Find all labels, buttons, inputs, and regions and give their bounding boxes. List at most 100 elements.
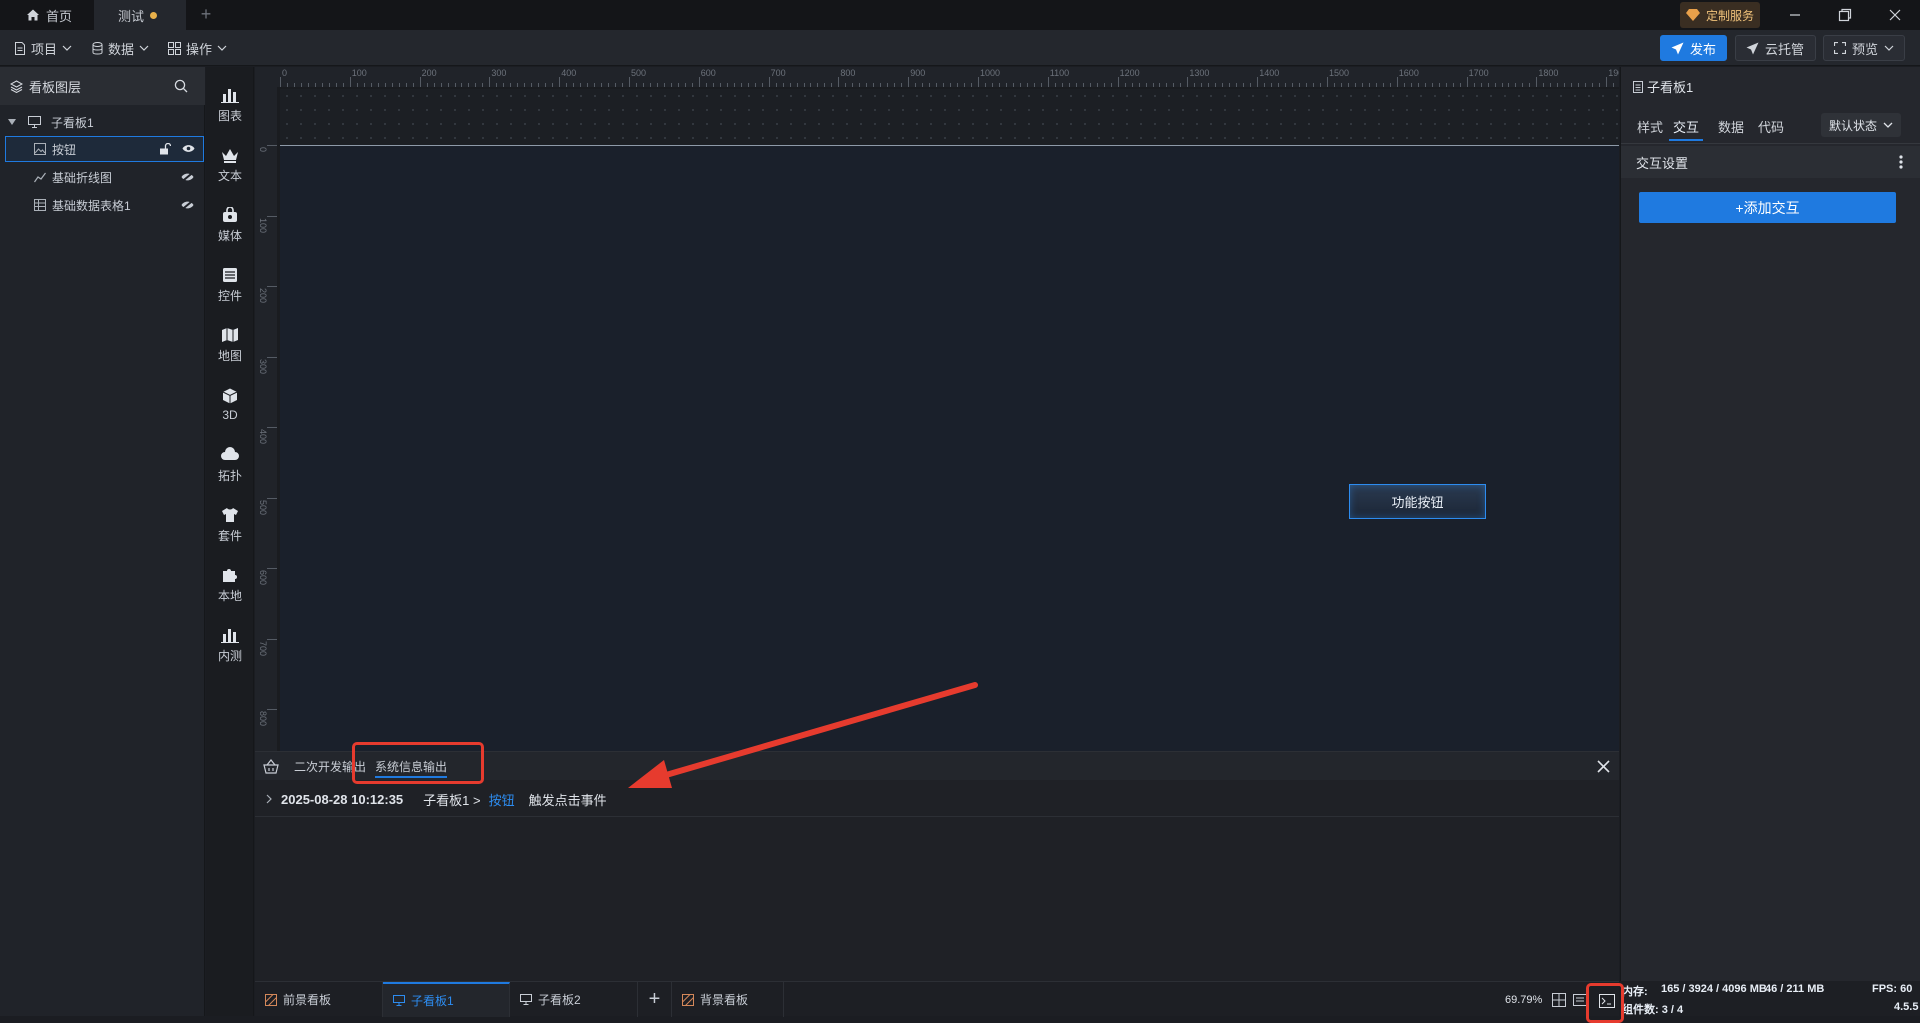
component-map[interactable]: 地图 bbox=[206, 315, 254, 375]
keyboard-icon[interactable] bbox=[1573, 994, 1587, 1006]
ruler-tick bbox=[684, 83, 686, 87]
board-tab-sub1[interactable]: 子看板1 bbox=[383, 982, 510, 1017]
ruler-tick bbox=[1089, 83, 1091, 87]
ruler-tick bbox=[824, 83, 826, 87]
component-media[interactable]: 媒体 bbox=[206, 195, 254, 255]
component-label: 地图 bbox=[217, 348, 242, 363]
ruler-tick bbox=[1327, 77, 1328, 87]
tab-home[interactable]: 首页 bbox=[12, 0, 86, 30]
ruler-tick bbox=[1571, 83, 1573, 87]
ruler-tick bbox=[1529, 83, 1531, 87]
ruler-label: 1600 bbox=[1398, 68, 1419, 78]
ruler-tick bbox=[922, 83, 924, 87]
chevron-right-icon[interactable] bbox=[265, 794, 273, 804]
ruler-tick bbox=[267, 427, 277, 428]
state-select[interactable]: 默认状态 bbox=[1821, 113, 1901, 137]
tab-data[interactable]: 数据 bbox=[1718, 111, 1744, 141]
ruler-tick bbox=[601, 83, 603, 87]
more-vertical-icon[interactable] bbox=[1899, 155, 1903, 169]
function-button-widget[interactable]: 功能按钮 bbox=[1349, 484, 1486, 519]
tab-style-label: 样式 bbox=[1637, 119, 1664, 135]
ruler-tick bbox=[1264, 83, 1266, 87]
ruler-label: 200 bbox=[258, 288, 268, 304]
component-topology[interactable]: 拓扑 bbox=[206, 435, 254, 495]
sub-board-canvas[interactable] bbox=[280, 145, 1619, 751]
tab-interaction[interactable]: 交互 bbox=[1669, 111, 1704, 141]
publish-button[interactable]: 发布 bbox=[1660, 35, 1727, 61]
zoom-level[interactable]: 69.79% bbox=[1505, 994, 1542, 1006]
board-tab-foreground[interactable]: 前景看板 bbox=[255, 982, 383, 1017]
layer-item-line-chart[interactable]: 基础折线图 bbox=[0, 164, 205, 190]
component-3d[interactable]: 3D bbox=[206, 375, 254, 435]
menu-data[interactable]: 数据 bbox=[92, 30, 149, 66]
tab-style[interactable]: 样式 bbox=[1637, 111, 1663, 141]
log-target-link[interactable]: 按钮 bbox=[489, 790, 515, 809]
component-label: 拓扑 bbox=[217, 468, 242, 483]
tab-code[interactable]: 代码 bbox=[1758, 111, 1784, 141]
ruler-tick bbox=[335, 83, 337, 87]
preview-button[interactable]: 预览 bbox=[1823, 35, 1905, 61]
send-icon bbox=[1746, 42, 1759, 54]
ruler-tick bbox=[649, 83, 651, 87]
ruler-tick bbox=[391, 83, 393, 87]
tab-test[interactable]: 测试 bbox=[94, 0, 186, 30]
ruler-tick bbox=[1431, 83, 1433, 87]
tab-test-label: 测试 bbox=[118, 8, 145, 24]
ruler-tick bbox=[267, 638, 277, 640]
board-tab-background[interactable]: 背景看板 bbox=[672, 982, 784, 1017]
eye-off-icon[interactable] bbox=[181, 172, 194, 182]
new-tab-button[interactable]: + bbox=[196, 4, 216, 24]
component-chart[interactable]: 图表 bbox=[206, 75, 254, 135]
caret-down-icon[interactable] bbox=[8, 119, 16, 125]
ruler-tick bbox=[468, 83, 470, 87]
restore-button[interactable] bbox=[1820, 0, 1870, 30]
layer-item-label: 基础折线图 bbox=[52, 170, 113, 185]
layer-root-board[interactable]: 子看板1 bbox=[0, 109, 205, 135]
component-kit[interactable]: 套件 bbox=[206, 495, 254, 555]
ruler-tick bbox=[971, 83, 973, 87]
component-control[interactable]: 控件 bbox=[206, 255, 254, 315]
ruler-tick bbox=[1606, 77, 1608, 87]
ruler-tick bbox=[377, 83, 379, 87]
basket-icon[interactable] bbox=[263, 759, 279, 774]
unlock-icon[interactable] bbox=[159, 143, 171, 155]
ruler-tick bbox=[622, 83, 624, 87]
close-window-button[interactable] bbox=[1870, 0, 1920, 30]
add-interaction-button[interactable]: +添加交互 bbox=[1639, 192, 1896, 223]
menu-project[interactable]: 项目 bbox=[14, 30, 72, 66]
publish-label: 发布 bbox=[1690, 41, 1717, 57]
striped-board-icon bbox=[265, 993, 277, 1006]
ruler-tick bbox=[1578, 83, 1580, 87]
layer-item-data-table[interactable]: 基础数据表格1 bbox=[0, 192, 205, 218]
menu-operation[interactable]: 操作 bbox=[168, 30, 227, 66]
fps-counter: FPS: 60 bbox=[1872, 983, 1913, 995]
ruler-label: 1800 bbox=[1538, 68, 1559, 78]
close-icon[interactable] bbox=[1597, 760, 1610, 773]
fit-screen-icon[interactable] bbox=[1552, 993, 1566, 1007]
component-local[interactable]: 本地 bbox=[206, 555, 254, 615]
search-icon[interactable] bbox=[174, 79, 188, 93]
add-board-button[interactable]: + bbox=[638, 982, 672, 1017]
cloud-hosting-button[interactable]: 云托管 bbox=[1735, 35, 1816, 61]
custom-service-button[interactable]: 定制服务 bbox=[1680, 2, 1761, 28]
board-tab-sub2[interactable]: 子看板2 bbox=[510, 982, 638, 1017]
ruler-tick bbox=[1452, 83, 1454, 87]
ruler-tick bbox=[1585, 83, 1587, 87]
eye-off-icon[interactable] bbox=[181, 200, 194, 210]
layer-panel: 看板图层 子看板1 按钮 基础折线图 基础数据表格1 bbox=[0, 67, 205, 1016]
memory-usage-secondary: 46 / 211 MB bbox=[1765, 983, 1825, 995]
component-text[interactable]: 文本 bbox=[206, 135, 254, 195]
ruler-tick bbox=[817, 83, 819, 87]
minimize-button[interactable] bbox=[1770, 0, 1820, 30]
layer-item-button[interactable]: 按钮 bbox=[5, 136, 204, 162]
ruler-tick bbox=[398, 83, 400, 87]
component-beta[interactable]: 内测 bbox=[206, 615, 254, 675]
log-entry[interactable]: 2025-08-28 10:12:35 子看板1 > 按钮 触发点击事件 bbox=[265, 784, 607, 814]
ruler-tick bbox=[433, 83, 435, 87]
eye-icon[interactable] bbox=[182, 144, 195, 153]
ruler-tick bbox=[559, 77, 561, 87]
ruler-tick bbox=[754, 83, 756, 87]
diamond-icon bbox=[1686, 9, 1700, 21]
ruler-tick bbox=[1152, 83, 1154, 87]
ruler-tick bbox=[1026, 83, 1028, 87]
